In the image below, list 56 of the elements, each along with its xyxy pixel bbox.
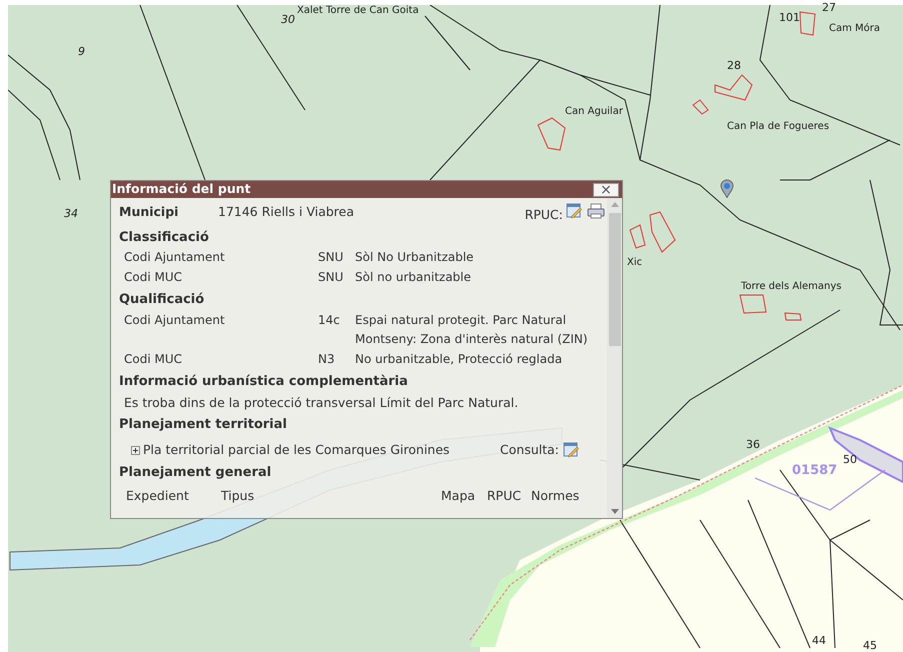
map-label: 45 [863, 638, 877, 652]
map-label: 27 [822, 0, 836, 16]
column-header: Mapa [441, 487, 476, 505]
map-label: 44 [812, 633, 826, 649]
popup-title: Informació del punt [112, 183, 251, 196]
column-header: RPUC [487, 487, 522, 505]
scroll-up-icon[interactable] [610, 202, 618, 207]
map-label: 28 [727, 58, 741, 74]
field-code: N3 [318, 350, 336, 368]
field-value: 17146 Riells i Viabrea [218, 203, 354, 221]
column-header: Normes [531, 487, 580, 505]
map-label: Can Aguilar [565, 105, 623, 119]
print-icon[interactable] [587, 203, 605, 219]
section-heading: Classificació [119, 228, 210, 247]
map-label: Cam Móra [829, 22, 880, 36]
map-label: 50 [843, 452, 857, 468]
expand-icon[interactable] [131, 446, 140, 455]
close-button[interactable]: × [593, 182, 619, 196]
edit-document-icon[interactable] [563, 442, 579, 458]
scroll-thumb[interactable] [608, 213, 620, 346]
plan-name[interactable]: Pla territorial parcial de les Comarques Gironines [143, 440, 450, 460]
field-label: Codi Ajuntament [124, 312, 226, 329]
field-label: Municipi [119, 203, 180, 221]
map-label: 01587 [792, 462, 838, 480]
field-code: 14c [318, 312, 341, 329]
field-description: Espai natural protegit. Parc Natural Montseny: Zona d'interès natural (ZIN) [355, 312, 589, 348]
field-label: Codi MUC [124, 350, 184, 368]
field-description: Sòl No Urbanitzable [355, 249, 475, 266]
map-label: Can Pla de Fogueres [727, 120, 830, 134]
map-label: Xic [627, 256, 642, 270]
map-label: 30 [281, 12, 295, 28]
section-heading: Qualificació [119, 291, 206, 310]
section-heading: Informació urbanística complementària [119, 372, 409, 391]
section-heading: Planejament territorial [119, 416, 288, 434]
section-heading: Planejament general [119, 464, 272, 482]
field-label: Codi MUC [124, 269, 184, 286]
consult-label: Consulta: [500, 440, 559, 459]
scroll-down-icon[interactable] [610, 509, 618, 514]
column-header: Expedient [126, 487, 190, 505]
map-label: 36 [746, 437, 760, 453]
scrollbar[interactable] [607, 198, 622, 518]
map-label: 34 [64, 206, 78, 222]
map-pin-icon[interactable] [720, 179, 734, 199]
map-label: Xalet Torre de Can Goita [297, 4, 419, 18]
field-label: Codi Ajuntament [124, 249, 226, 266]
field-code: SNU [318, 249, 344, 266]
map-label: 101 [779, 10, 800, 26]
field-code: SNU [318, 269, 344, 286]
column-header: Tipus [221, 487, 256, 505]
info-text: Es troba dins de la protecció transversal Límit del Parc Natural. [123, 394, 520, 412]
edit-document-icon[interactable] [566, 203, 582, 219]
field-description: Sòl no urbanitzable [355, 269, 472, 286]
rpuc-label: RPUC: [524, 206, 563, 224]
field-description: No urbanitzable, Protecció reglada [355, 350, 564, 368]
map-label: 9 [78, 44, 85, 60]
map-label: Torre dels Alemanys [741, 280, 842, 294]
